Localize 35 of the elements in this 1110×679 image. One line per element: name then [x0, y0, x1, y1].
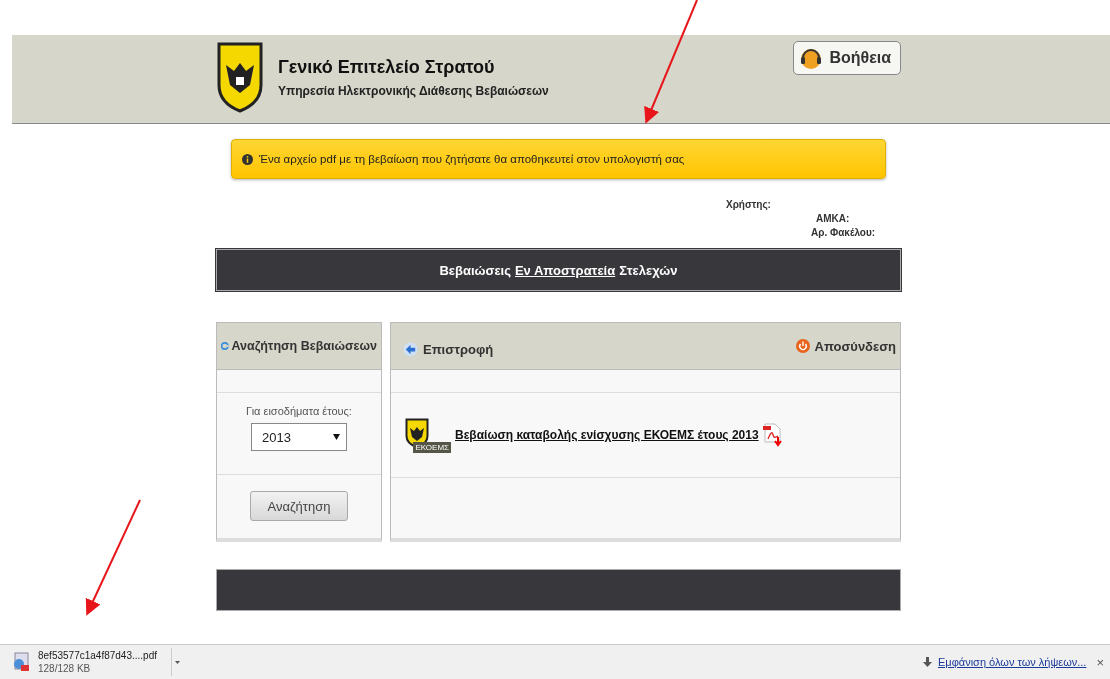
back-arrow-icon	[403, 341, 418, 357]
info-icon	[242, 153, 253, 165]
power-icon	[795, 339, 810, 353]
user-info-label: Αρ. Φακέλου:	[811, 227, 876, 238]
refresh-icon	[221, 340, 229, 352]
back-link[interactable]: Επιστροφή	[403, 341, 494, 357]
year-select[interactable]: 2013	[251, 423, 347, 451]
dropdown-caret-icon	[333, 434, 340, 440]
logout-link[interactable]: Αποσύνδεση	[795, 338, 896, 354]
pdf-download-icon	[762, 423, 785, 447]
certificate-link[interactable]: Βεβαίωση καταβολής ενίσχυσης ΕΚΟΕΜΣ έτους 2013	[455, 428, 759, 442]
shield-logo-icon	[216, 41, 264, 113]
year-label: Για εισοδήματα έτους:	[246, 405, 352, 417]
banner-text: Στελεχών	[619, 262, 678, 278]
help-button[interactable]: Βοήθεια	[793, 41, 901, 75]
download-size: 128/128 KB	[38, 663, 92, 674]
close-button[interactable]: ×	[1092, 654, 1108, 670]
show-all-downloads-link[interactable]: Εμφάνιση όλων των λήψεων...	[938, 656, 1087, 668]
site-subtitle: Υπηρεσία Ηλεκτρονικής Διάθεσης Βεβαιώσεων	[278, 83, 549, 98]
download-menu-button[interactable]	[171, 648, 183, 676]
file-icon	[12, 652, 30, 672]
user-info-label: ΑΜΚΑ:	[816, 213, 850, 224]
org-badge: ΕΚΟΕΜΣ	[413, 441, 451, 453]
user-info-label: Χρήστης:	[726, 199, 771, 210]
caret-icon	[175, 660, 180, 664]
download-file-name: 8ef53577c1a4f87d43....pdf	[38, 650, 157, 661]
site-title: Γενικό Επιτελείο Στρατού	[278, 56, 496, 78]
alert-text: Ένα αρχείο pdf με τη βεβαίωση που ζητήσατε θα αποθηκευτεί στον υπολογιστή σας	[259, 153, 685, 165]
banner-text: Βεβαιώσεις	[439, 262, 511, 278]
banner-link[interactable]: Εν Αποστρατεία	[514, 262, 616, 278]
search-button[interactable]: Αναζήτηση	[250, 491, 348, 521]
download-item[interactable]: 8ef53577c1a4f87d43....pdf 128/128 KB	[12, 650, 157, 674]
download-arrow-icon	[923, 656, 932, 668]
headset-icon	[799, 46, 824, 70]
panel-title: Αναζήτηση Βεβαιώσεων	[231, 339, 377, 353]
